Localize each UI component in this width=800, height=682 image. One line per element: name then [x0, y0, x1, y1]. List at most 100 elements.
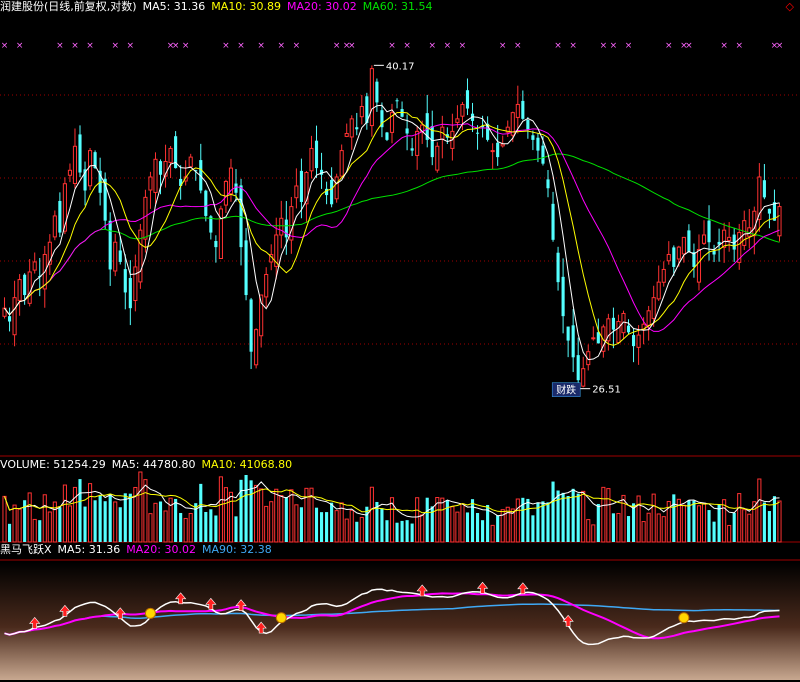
- volume-bar-up: [586, 519, 591, 543]
- candle-down: [531, 135, 535, 140]
- volume-bar-down: [465, 512, 470, 542]
- volume-bar-up: [269, 501, 274, 543]
- stock-chart[interactable]: × × × × × × × ×× × × × × × × × ×× × × × × × × × × × × × × × ×× × × ×× 40…: [0, 0, 800, 682]
- candle-down: [284, 219, 288, 238]
- candle-up: [223, 180, 228, 206]
- volume-bar-down: [214, 515, 218, 542]
- volume-value: VOLUME: 51254.29: [0, 458, 106, 471]
- candle-down: [536, 137, 540, 151]
- ma10-line: [4, 111, 780, 346]
- candle-down: [571, 325, 575, 358]
- volume-bar-up: [661, 516, 666, 543]
- volume-bar-up: [42, 494, 47, 543]
- volume-bar-up: [223, 487, 228, 543]
- volume-bar-up: [636, 495, 641, 543]
- volume-bar-up: [153, 502, 158, 543]
- candle-up: [661, 268, 666, 283]
- indicator-ma90-value: MA90: 32.38: [201, 543, 272, 556]
- candle-down: [551, 203, 555, 240]
- indicator-legend: 黑马飞跃X MA5: 31.36 MA20: 30.02 MA90: 32.38: [0, 543, 278, 557]
- volume-bar-down: [123, 493, 127, 542]
- volume-panel[interactable]: [2, 471, 782, 543]
- price-panel[interactable]: × × × × × × × ×× × × × × × × × ×× × × × × × × × × × × × × × ×× × × ××: [1, 41, 784, 389]
- signal-x-marker: ×: [222, 41, 230, 51]
- volume-bar-up: [32, 518, 37, 543]
- volume-bar-up: [138, 471, 143, 543]
- volume-bar-down: [611, 513, 615, 542]
- candle-down: [596, 332, 600, 344]
- volume-bar-down: [314, 507, 319, 542]
- volume-bar-down: [576, 493, 580, 542]
- volume-bar-down: [179, 512, 183, 542]
- volume-bar-down: [717, 504, 721, 542]
- volume-bar-down: [98, 495, 102, 542]
- candle-down: [395, 100, 399, 102]
- diamond-icon[interactable]: ◇: [786, 0, 794, 14]
- candle-down: [128, 278, 132, 309]
- volume-bar-down: [385, 520, 389, 542]
- volume-bar-up: [415, 497, 420, 543]
- candle-up: [500, 143, 505, 147]
- volume-bar-up: [460, 503, 465, 543]
- candle-down: [475, 132, 480, 134]
- volume-bar-up: [228, 491, 234, 543]
- volume-bar-up: [737, 493, 742, 543]
- candle-up: [727, 236, 732, 242]
- candle-up: [666, 253, 671, 262]
- signal-x-marker: ×: [71, 41, 79, 51]
- candle-up: [742, 220, 747, 246]
- volume-bar-down: [83, 506, 87, 542]
- signal-x-marker: ×: [569, 41, 577, 51]
- candle-up: [32, 261, 37, 271]
- volume-bar-up: [254, 484, 259, 543]
- candle-down: [375, 81, 379, 103]
- volume-bar-down: [325, 512, 329, 542]
- candle-up: [651, 297, 656, 319]
- candle-up: [133, 266, 138, 301]
- candle-up: [344, 133, 349, 137]
- volume-bar-up: [369, 486, 374, 543]
- volume-bar-up: [67, 505, 72, 543]
- volume-bar-up: [621, 494, 626, 543]
- candle-up: [490, 150, 495, 153]
- volume-bar-up: [591, 524, 596, 543]
- candle-up: [656, 281, 661, 300]
- volume-bar-up: [72, 486, 78, 543]
- volume-bar-down: [481, 520, 485, 542]
- candle-up: [27, 271, 32, 304]
- candle-down: [204, 190, 208, 216]
- candle-down: [249, 299, 253, 352]
- volume-bar-down: [531, 515, 535, 542]
- candle-up: [591, 337, 596, 340]
- volume-legend: VOLUME: 51254.29 MA5: 44780.80 MA10: 41068…: [0, 458, 298, 472]
- coin-badge-icon: [144, 607, 156, 619]
- ma20-value: MA20: 30.02: [287, 0, 357, 13]
- candle-up: [581, 368, 586, 387]
- candle-up: [616, 321, 621, 344]
- volume-bar-down: [330, 502, 334, 542]
- candle-up: [264, 273, 269, 298]
- annotations: 40.17 26.51 财跌: [373, 61, 621, 397]
- volume-bar-down: [284, 497, 288, 542]
- signal-x-marker: ×: [111, 41, 119, 51]
- volume-bar-down: [319, 512, 324, 542]
- candle-down: [767, 208, 771, 214]
- signal-x-marker: ×: [665, 41, 673, 51]
- signal-x-marker: ×: [776, 41, 784, 51]
- candle-down: [576, 355, 580, 381]
- candle-down: [299, 170, 303, 202]
- candle-down: [7, 316, 12, 322]
- volume-bar-up: [334, 510, 339, 543]
- volume-bar-down: [93, 500, 97, 542]
- volume-bar-down: [561, 492, 565, 542]
- ma20-line: [4, 123, 780, 332]
- volume-bar-up: [279, 495, 284, 543]
- volume-bar-up: [440, 497, 445, 543]
- volume-bar-up: [490, 524, 495, 543]
- indicator-title: 黑马飞跃X: [0, 543, 52, 556]
- volume-bar-up: [143, 479, 148, 543]
- candle-up: [52, 215, 57, 238]
- price-legend: 润建股份(日线,前复权,对数) MA5: 31.36 MA10: 30.89 MA20…: [0, 0, 438, 14]
- volume-ma10-value: MA10: 41068.80: [201, 458, 293, 471]
- candle-down: [541, 145, 545, 164]
